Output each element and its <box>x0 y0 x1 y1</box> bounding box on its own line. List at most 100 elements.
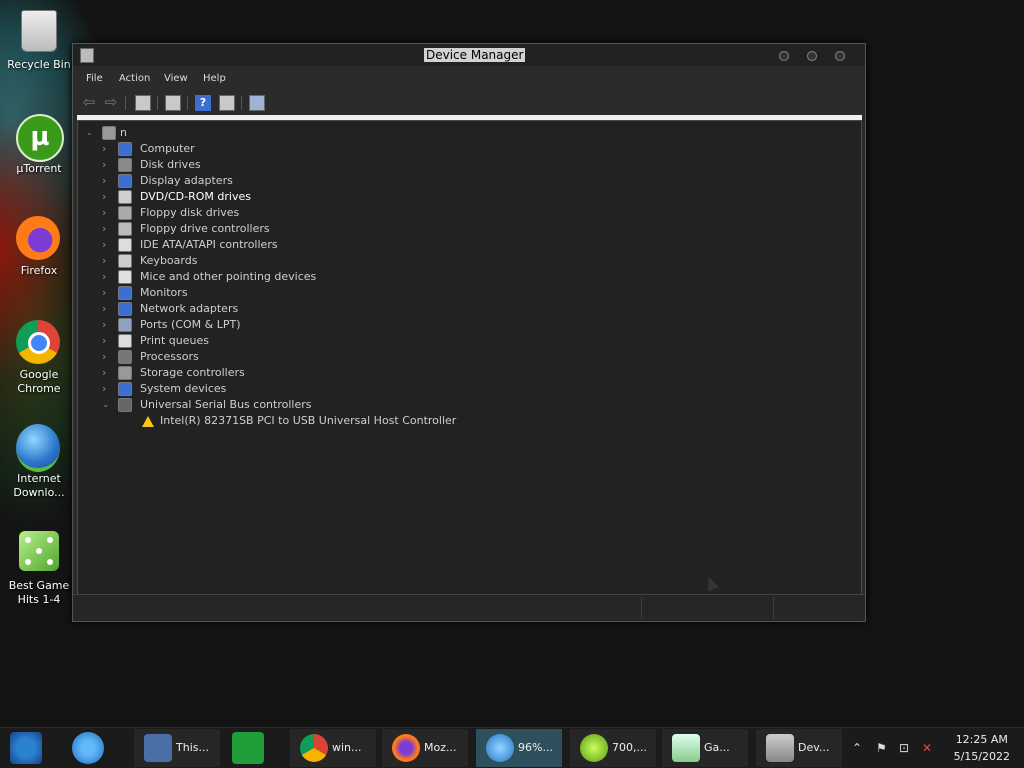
action-view-icon[interactable] <box>219 95 235 111</box>
desktop-icon-label: Google Chrome <box>17 368 61 395</box>
taskbar-button[interactable]: Dev... <box>756 729 843 767</box>
expand-chevron-icon[interactable]: › <box>102 349 112 365</box>
menu-view[interactable]: View <box>164 73 188 84</box>
tree-category-label: Monitors <box>140 286 188 299</box>
clock[interactable]: 12:25 AM 5/15/2022 <box>954 731 1010 765</box>
computer-icon <box>118 142 132 156</box>
menu-action[interactable]: Action <box>119 73 150 84</box>
properties-icon[interactable] <box>165 95 181 111</box>
menu-file[interactable]: File <box>86 73 103 84</box>
this-pc-icon <box>144 734 172 762</box>
expand-chevron-icon[interactable]: › <box>102 157 112 173</box>
dvd-drive-icon <box>118 190 132 204</box>
expand-chevron-icon[interactable]: › <box>102 205 112 221</box>
taskbar-button-label: 700,... <box>612 741 647 754</box>
network-adapter-icon <box>118 302 132 316</box>
s-app-icon <box>580 734 608 762</box>
desktop-icon-internet-download-manager[interactable]: Internet Downlo... <box>4 424 74 500</box>
title-bar[interactable]: Device Manager <box>73 44 865 66</box>
forward-arrow-icon[interactable]: ⇨ <box>103 95 119 111</box>
tree-category-label: Universal Serial Bus controllers <box>140 398 312 411</box>
expand-chevron-icon[interactable]: › <box>102 333 112 349</box>
taskbar-button[interactable]: 96%... <box>476 729 563 767</box>
minimize-button[interactable] <box>779 51 789 61</box>
expand-chevron-icon[interactable]: › <box>102 301 112 317</box>
taskbar-button[interactable]: 700,... <box>570 729 657 767</box>
volume-muted-icon[interactable]: ✕ <box>922 741 932 755</box>
expand-chevron-icon[interactable]: › <box>102 365 112 381</box>
back-arrow-icon[interactable]: ⇦ <box>81 95 97 111</box>
taskbar-button[interactable]: Ga... <box>662 729 749 767</box>
expand-chevron-icon[interactable]: › <box>102 317 112 333</box>
desktop-icon-label: Firefox <box>20 264 58 277</box>
usb-icon <box>118 398 132 412</box>
device-manager-window: Device Manager File Action View Help ⇦ ⇨… <box>72 43 866 622</box>
clock-date: 5/15/2022 <box>953 750 1010 763</box>
menu-bar: File Action View Help <box>73 68 865 88</box>
desktop-icon-label: Internet Downlo... <box>13 472 65 499</box>
media-center-icon[interactable] <box>10 732 42 764</box>
network-icon[interactable]: ⊡ <box>899 741 909 755</box>
device-manager-icon <box>766 734 794 762</box>
tree-root-label: n <box>120 126 127 139</box>
show-hide-console-tree-icon[interactable] <box>135 95 151 111</box>
toolbar: ⇦ ⇨ ? <box>73 92 865 114</box>
expand-chevron-icon[interactable]: › <box>102 381 112 397</box>
action-center-flag-icon[interactable]: ⚑ <box>876 741 887 755</box>
taskbar-button[interactable]: Moz... <box>382 729 469 767</box>
menu-help[interactable]: Help <box>203 73 226 84</box>
show-hidden-icons-chevron-icon[interactable]: ⌃ <box>852 741 862 755</box>
help-icon[interactable]: ? <box>195 95 211 111</box>
taskbar-button[interactable]: This... <box>134 729 221 767</box>
dice-icon <box>16 531 62 577</box>
tree-category-label: Computer <box>140 142 195 155</box>
tree-category-label: Print queues <box>140 334 209 347</box>
device-tree: ⌄ n › Computer › Disk drives › Display adapte… <box>77 120 862 595</box>
collapse-chevron-icon[interactable]: ⌄ <box>86 125 96 141</box>
chrome-icon <box>300 734 328 762</box>
tree-device-label: Intel(R) 82371SB PCI to USB Universal Ho… <box>160 414 457 427</box>
ide-controller-icon <box>118 238 132 252</box>
expand-chevron-icon[interactable]: › <box>102 189 112 205</box>
internet-explorer-icon[interactable] <box>72 732 104 764</box>
expand-chevron-icon[interactable]: › <box>102 141 112 157</box>
idm-icon <box>486 734 514 762</box>
expand-chevron-icon[interactable]: › <box>102 221 112 237</box>
taskbar-button-label: Ga... <box>704 741 730 754</box>
expand-chevron-icon[interactable]: › <box>102 237 112 253</box>
maximize-button[interactable] <box>807 51 817 61</box>
store-icon[interactable] <box>232 732 264 764</box>
tree-category-label: Storage controllers <box>140 366 245 379</box>
taskbar-button-label: Dev... <box>798 741 830 754</box>
expand-chevron-icon[interactable]: › <box>102 253 112 269</box>
system-device-icon <box>118 382 132 396</box>
desktop-icon-label: Best Game Hits 1-4 <box>8 579 70 606</box>
desktop-icon-firefox[interactable]: Firefox <box>4 216 74 278</box>
tree-category-label: System devices <box>140 382 227 395</box>
tree-category-label: Keyboards <box>140 254 198 267</box>
tree-category-label: Display adapters <box>140 174 233 187</box>
warning-icon <box>142 416 154 427</box>
window-title: Device Manager <box>424 48 526 62</box>
monitor-icon <box>118 286 132 300</box>
collapse-chevron-icon[interactable]: ⌄ <box>102 397 112 413</box>
close-button[interactable] <box>835 51 845 61</box>
chrome-icon <box>16 320 62 366</box>
status-bar <box>73 594 865 621</box>
printer-icon <box>118 334 132 348</box>
taskbar-button-label: 96%... <box>518 741 553 754</box>
taskbar-button[interactable]: win... <box>290 729 377 767</box>
game-installer-icon <box>672 734 700 762</box>
processor-icon <box>118 350 132 364</box>
scan-hardware-icon[interactable] <box>249 95 265 111</box>
mouse-icon <box>118 270 132 284</box>
desktop-icon-best-game-hits[interactable]: Best Game Hits 1-4 <box>4 528 74 607</box>
desktop-icon-recycle-bin[interactable]: Recycle Bin <box>4 8 74 72</box>
desktop-icon-utorrent[interactable]: µ µTorrent <box>4 114 74 176</box>
desktop-icon-google-chrome[interactable]: Google Chrome <box>4 320 74 396</box>
expand-chevron-icon[interactable]: › <box>102 269 112 285</box>
expand-chevron-icon[interactable]: › <box>102 285 112 301</box>
expand-chevron-icon[interactable]: › <box>102 173 112 189</box>
idm-icon <box>16 424 62 472</box>
taskbar-button-label: Moz... <box>424 741 457 754</box>
